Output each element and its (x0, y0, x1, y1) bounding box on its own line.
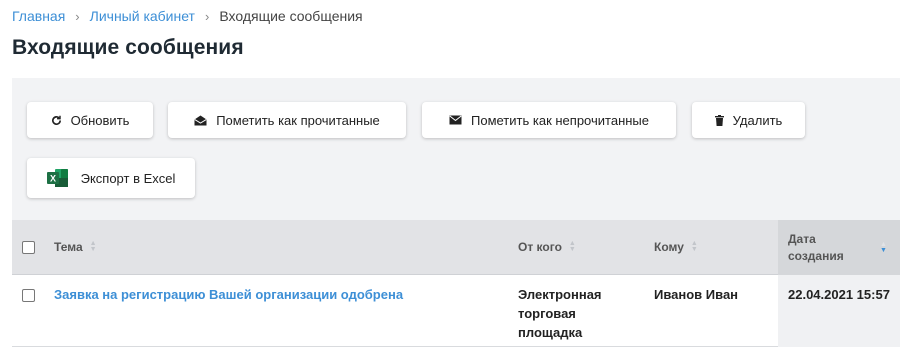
breadcrumb-current: Входящие сообщения (219, 8, 363, 24)
sort-icon: ▲ ▼ (89, 240, 97, 253)
export-excel-button[interactable]: X Экспорт в Excel (27, 158, 195, 198)
svg-text:X: X (50, 174, 56, 184)
column-header-date[interactable]: Дата создания ▲ ▼ (788, 231, 892, 265)
messages-table: Тема ▲ ▼ От кого ▲ ▼ Кому ▲ ▼ Дата создания… (12, 220, 900, 347)
message-to: Иванов Иван (654, 287, 739, 302)
export-excel-button-label: Экспорт в Excel (80, 170, 176, 186)
excel-icon: X (46, 168, 69, 188)
breadcrumb-home-link[interactable]: Главная (12, 8, 65, 24)
sort-icon: ▲ ▼ (568, 240, 576, 253)
mark-unread-button[interactable]: Пометить как непрочитанные (422, 102, 676, 138)
envelope-open-icon (194, 115, 207, 126)
sort-icon: ▲ ▼ (690, 240, 698, 253)
message-date: 22.04.2021 15:57 (788, 287, 890, 302)
mark-unread-button-label: Пометить как непрочитанные (471, 112, 649, 128)
message-from: Электронная торговая площадка (518, 287, 602, 340)
column-header-subject[interactable]: Тема ▲ ▼ (54, 240, 97, 254)
refresh-icon (51, 115, 62, 126)
column-header-from[interactable]: От кого ▲ ▼ (518, 240, 576, 254)
mark-read-button-label: Пометить как прочитанные (216, 112, 380, 128)
refresh-button[interactable]: Обновить (27, 102, 153, 138)
row-checkbox[interactable] (22, 289, 35, 302)
toolbar-panel: Обновить Пометить как прочитанные Помети… (12, 78, 900, 220)
chevron-right-icon: › (75, 8, 80, 24)
trash-icon (714, 114, 724, 126)
envelope-icon (449, 115, 462, 125)
table-header: Тема ▲ ▼ От кого ▲ ▼ Кому ▲ ▼ Дата создания… (12, 220, 900, 275)
table-row[interactable]: Заявка на регистрацию Вашей организации … (12, 275, 900, 347)
select-all-checkbox[interactable] (22, 241, 35, 254)
mark-read-button[interactable]: Пометить как прочитанные (168, 102, 406, 138)
delete-button[interactable]: Удалить (692, 102, 805, 138)
page-title: Входящие сообщения (12, 36, 244, 59)
delete-button-label: Удалить (732, 112, 783, 128)
breadcrumb: Главная › Личный кабинет › Входящие сооб… (12, 8, 363, 24)
refresh-button-label: Обновить (70, 112, 130, 128)
breadcrumb-cabinet-link[interactable]: Личный кабинет (90, 8, 195, 24)
sort-desc-icon: ▲ ▼ (880, 241, 887, 254)
message-subject-link[interactable]: Заявка на регистрацию Вашей организации … (54, 285, 403, 304)
chevron-right-icon: › (204, 8, 210, 24)
column-header-to[interactable]: Кому ▲ ▼ (654, 240, 698, 254)
